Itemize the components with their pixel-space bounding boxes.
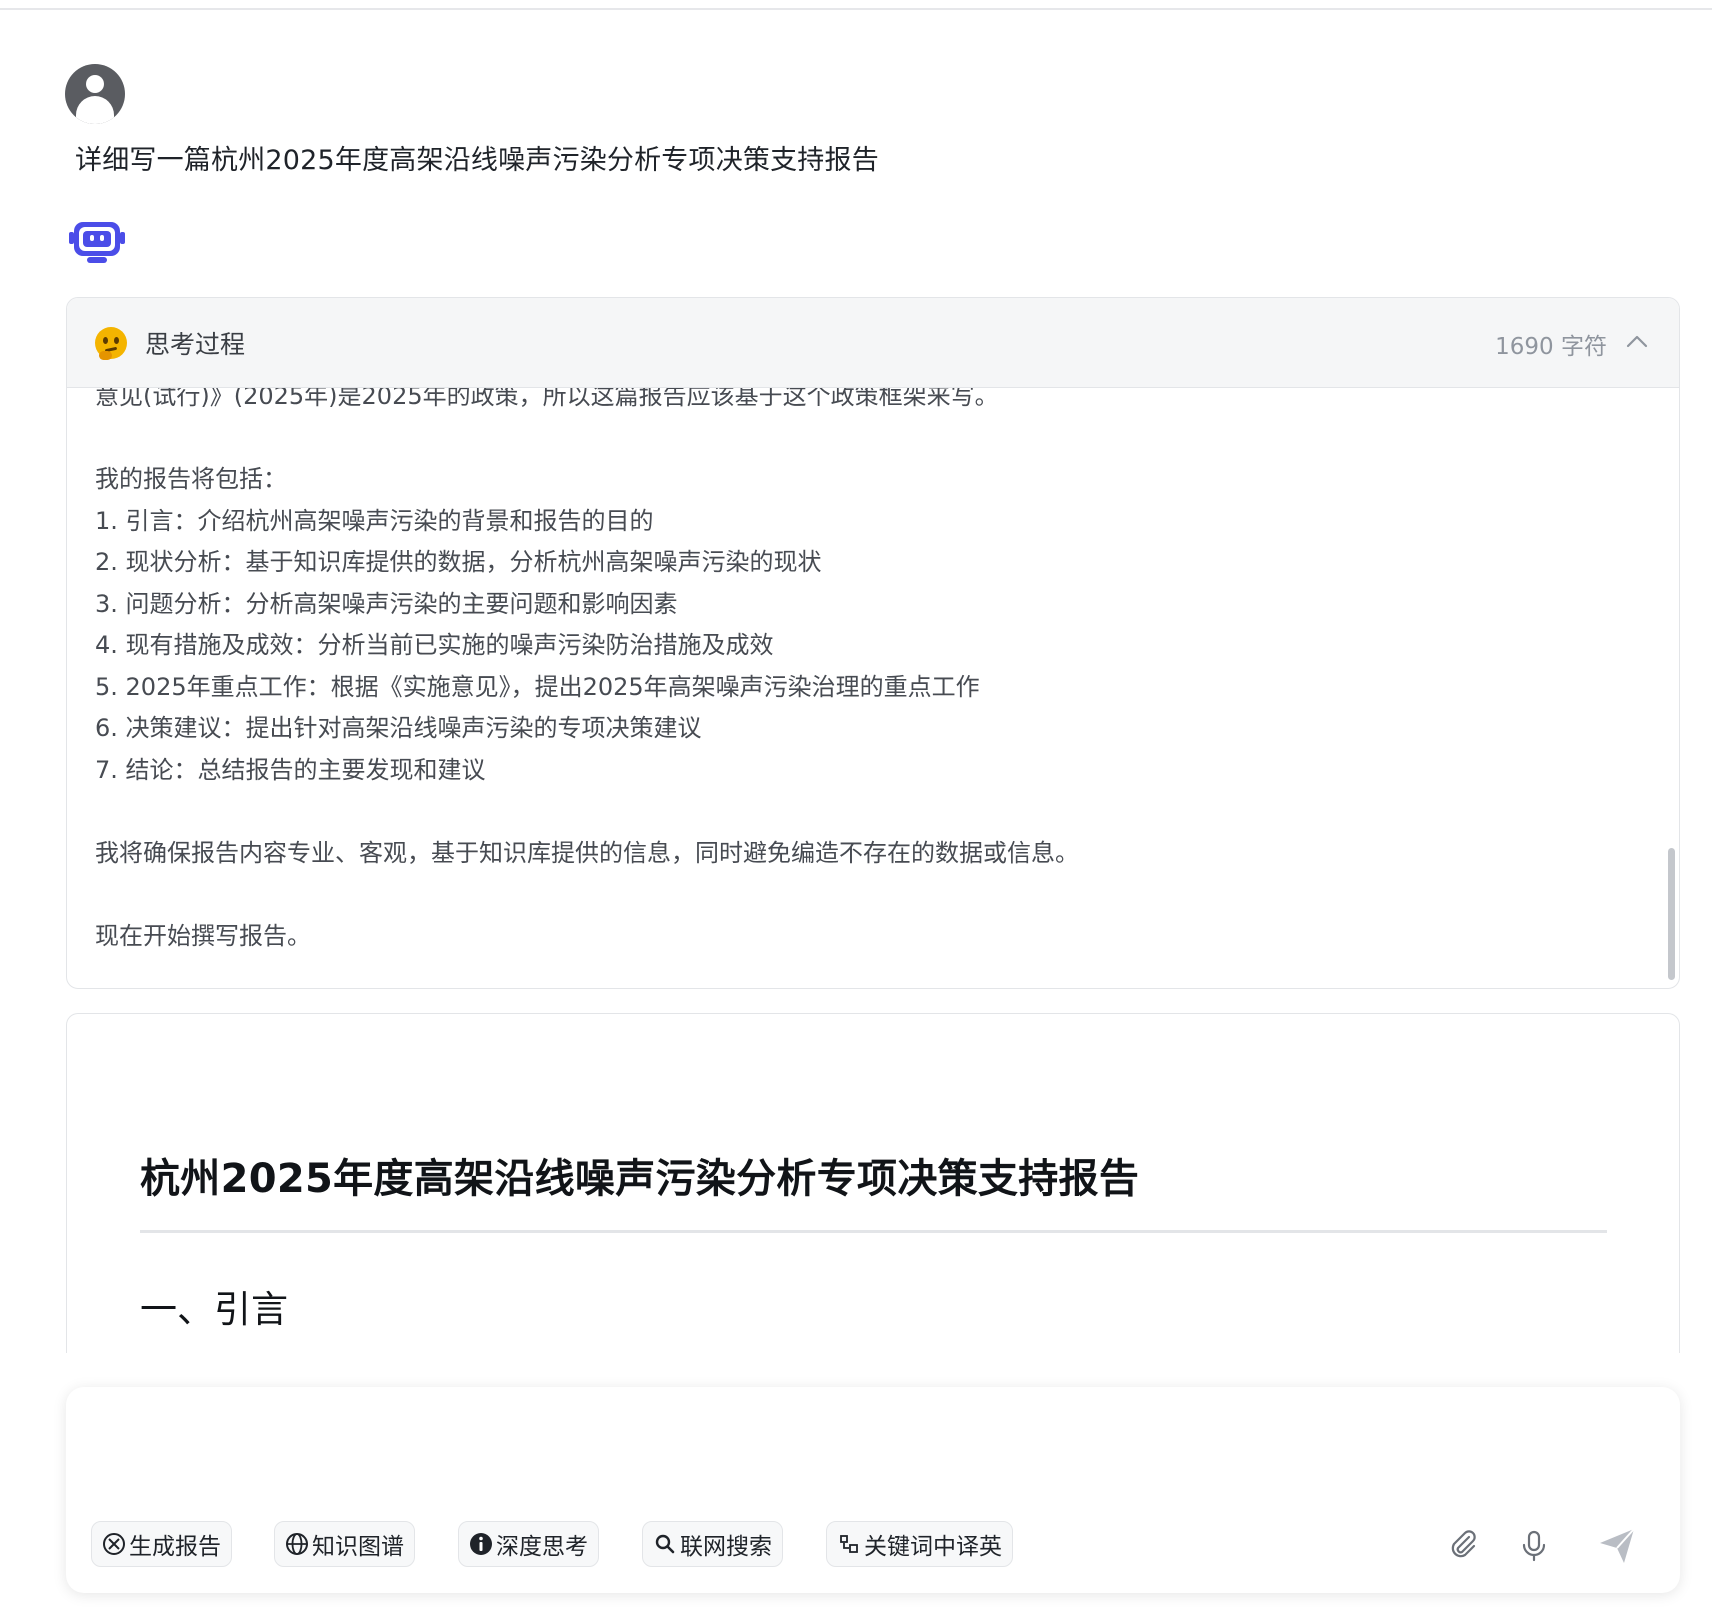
report-icon <box>103 1533 125 1555</box>
send-icon[interactable] <box>1596 1523 1640 1567</box>
thinking-line: 6. 决策建议：提出针对高架沿线噪声污染的专项决策建议 <box>95 714 702 742</box>
thinking-blank-line <box>95 791 1635 833</box>
web-search-label: 联网搜索 <box>680 1534 772 1560</box>
thinking-line: 4. 现有措施及成效：分析当前已实施的噪声污染防治措施及成效 <box>95 631 774 659</box>
thinking-line: 现在开始撰写报告。 <box>95 921 311 950</box>
report-section-heading: 一、引言 <box>140 1288 288 1331</box>
thinking-content: 意见(试行)》(2025年)是2025年的政策，所以这篇报告应该基于这个政策框架… <box>95 376 1635 957</box>
thinking-title: 思考过程 <box>145 330 246 359</box>
chevron-up-icon[interactable] <box>1623 328 1651 356</box>
search-icon <box>655 1534 675 1554</box>
keyword-translate-chip[interactable]: 关键词中译英 <box>826 1521 1013 1567</box>
generate-report-chip[interactable]: 生成报告 <box>91 1521 232 1567</box>
thinking-header[interactable]: 思考过程 1690 字符 <box>67 298 1679 388</box>
translate-icon <box>840 1535 858 1553</box>
web-search-chip[interactable]: 联网搜索 <box>642 1521 783 1567</box>
deep-think-chip[interactable]: 深度思考 <box>458 1521 599 1567</box>
thinking-line: 3. 问题分析：分析高架噪声污染的主要问题和影响因素 <box>95 589 678 618</box>
thinking-line: 5. 2025年重点工作：根据《实施意见》，提出2025年高架噪声污染治理的重点… <box>95 672 980 701</box>
thinking-line: 2. 现状分析：基于知识库提供的数据，分析杭州高架噪声污染的现状 <box>95 548 822 576</box>
report-title-divider <box>140 1230 1607 1233</box>
info-icon <box>470 1533 492 1555</box>
user-avatar <box>65 64 125 124</box>
thinking-line: 1. 引言：介绍杭州高架噪声污染的背景和报告的目的 <box>95 506 654 535</box>
thinking-emoji-icon <box>95 327 127 360</box>
microphone-icon[interactable] <box>1514 1525 1554 1565</box>
thinking-char-count: 1690 字符 <box>1495 334 1607 360</box>
knowledge-graph-label: 知识图谱 <box>312 1534 404 1560</box>
user-message: 详细写一篇杭州2025年度高架沿线噪声污染分析专项决策支持报告 <box>75 145 879 176</box>
thinking-scrollbar[interactable] <box>1668 848 1675 980</box>
thinking-panel: 思考过程 1690 字符 意见(试行)》(2025年)是2025年的政策，所以这… <box>66 297 1680 989</box>
top-divider <box>0 8 1712 10</box>
paperclip-icon[interactable] <box>1443 1525 1483 1565</box>
thinking-line: 我将确保报告内容专业、客观，基于知识库提供的信息，同时避免编造不存在的数据或信息… <box>95 838 1079 867</box>
message-composer[interactable]: 生成报告 知识图谱 深度思考 联网搜索 关键词中译英 <box>66 1387 1680 1593</box>
report-title: 杭州2025年度高架沿线噪声污染分析专项决策支持报告 <box>140 1156 1140 1202</box>
thinking-line: 我的报告将包括： <box>95 465 287 493</box>
thinking-blank-line <box>95 418 1635 460</box>
bot-avatar-icon <box>69 222 125 263</box>
keyword-translate-label: 关键词中译英 <box>864 1534 1002 1560</box>
knowledge-graph-chip[interactable]: 知识图谱 <box>274 1521 415 1567</box>
thinking-blank-line <box>95 874 1635 916</box>
globe-icon <box>286 1533 308 1555</box>
thinking-line: 7. 结论：总结报告的主要发现和建议 <box>95 755 486 784</box>
report-card: 杭州2025年度高架沿线噪声污染分析专项决策支持报告 一、引言 <box>66 1013 1680 1353</box>
generate-report-label: 生成报告 <box>129 1534 221 1560</box>
deep-think-label: 深度思考 <box>496 1534 588 1560</box>
